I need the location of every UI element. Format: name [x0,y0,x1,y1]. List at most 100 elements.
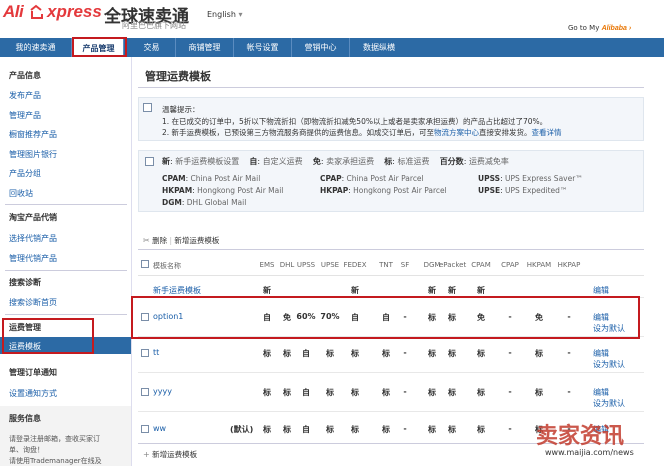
set-default-link[interactable]: 设为默认 [593,398,625,409]
rate-cell: - [403,387,407,396]
sidebar-divider [5,270,127,271]
nav-store[interactable]: 商铺管理 [176,38,234,57]
template-name-link[interactable]: ww [153,424,166,433]
rate-cell: - [567,348,571,357]
logistics-center-link[interactable]: 物流方案中心 [434,128,479,137]
legend-value: Hongkong Post Air Mail [197,186,284,195]
delete-icon: ✂ [143,236,150,245]
nav-data[interactable]: 数据纵横 [350,38,408,57]
legend-row1: 新: 新手运费模板设置 自: 自定义运费 免: 卖家承担运费 标: 标准运费 百… [162,157,509,166]
nav-my-aliexpress[interactable]: 我的速卖通 [0,38,72,57]
rate-cell: 自 [302,425,310,434]
legend-key: CPAP [320,174,342,183]
notice-line2-text: 2. 新手运费模板，已预设第三方物流服务商提供的运费信息。如成交订单后，可至 [162,128,435,137]
toolbar-top: ✂ 删除 | 新增运费模板 [143,236,220,245]
rate-cell: - [508,424,512,433]
edit-link[interactable]: 编辑 [593,285,609,296]
rate-cell: 标 [326,388,334,397]
sidebar-item-groups[interactable]: 产品分组 [9,168,41,179]
legend-key: 新 [162,157,170,166]
nav-marketing[interactable]: 营销中心 [292,38,350,57]
sidebar-item-manage-consign[interactable]: 管理代销产品 [9,253,57,264]
col-header: SF [400,261,410,269]
row-checkbox[interactable] [141,388,149,396]
rate-cell: 标 [326,349,334,358]
language-label: English [207,10,236,19]
nav-account[interactable]: 帐号设置 [234,38,292,57]
row-divider [138,372,644,373]
delete-button[interactable]: 删除 [152,236,167,245]
legend-key: HKPAM [162,186,193,195]
language-select[interactable]: English ▾ [207,10,242,19]
col-header: FEDEX [343,261,367,269]
sidebar-item-image-bank[interactable]: 管理图片银行 [9,149,57,160]
legend-r3-c2: HKPAP: Hongkong Post Air Parcel [320,186,447,195]
legend-r2-c3: UPSS: UPS Express Saver™ [478,174,583,183]
view-details-link[interactable]: 查看详情 [532,128,562,137]
sidebar-item-showcase[interactable]: 橱窗推荐产品 [9,129,57,140]
sidebar-item-select-consign[interactable]: 选择代销产品 [9,233,57,244]
rate-cell: - [567,387,571,396]
notice-line1: 1. 在已成交的订单中，5折以下物流折扣（即物流折扣减免50%以上或者是卖家承担… [162,117,548,126]
edit-link[interactable]: 编辑 [593,387,609,398]
col-header-name: 模板名称 [153,262,181,270]
sidebar-item-publish[interactable]: 发布产品 [9,90,41,101]
legend-key: UPSE [478,186,501,195]
row-checkbox[interactable] [141,349,149,357]
rate-cell: 标 [326,425,334,434]
sidebar-item-notify-method[interactable]: 设置通知方式 [9,388,57,399]
goto-arrow-icon: › [626,25,632,32]
sidebar-divider [5,314,127,315]
sidebar-divider [5,204,127,205]
sidebar-item-recycle[interactable]: 回收站 [9,188,33,199]
rate-cell: 标 [448,349,456,358]
watermark-url: www.maijia.com/news [545,448,634,457]
legend-value: 新手运费模板设置 [175,157,240,166]
notice-line2-text-b: 直接安排发货。 [479,128,532,137]
legend-value: DHL Global Mail [186,198,247,207]
sidebar-heading-search: 搜索诊断 [9,278,41,287]
rate-cell: 新 [448,286,456,295]
header-divider [138,275,644,276]
template-name-link[interactable]: tt [153,348,159,357]
highlight-box-nav [72,37,127,57]
edit-link[interactable]: 编辑 [593,348,609,359]
rate-cell: 标 [535,388,543,397]
rate-cell: 标 [448,388,456,397]
sidebar-item-search-home[interactable]: 搜索诊断首页 [9,297,57,308]
sidebar-heading-taobao: 淘宝产品代销 [9,213,57,222]
legend-r2-c1: CPAM: China Post Air Mail [162,174,261,183]
rate-cell: 标 [477,425,485,434]
legend-key: HKPAP [320,186,349,195]
legend-value: UPS Expedited™ [505,186,568,195]
legend-value: China Post Air Mail [190,174,261,183]
row-checkbox[interactable] [141,425,149,433]
col-header: UPSS [296,261,316,269]
select-all-checkbox[interactable] [141,260,149,268]
goto-label: Go to My [568,24,600,32]
nav-trade[interactable]: 交易 [128,38,176,57]
set-default-link[interactable]: 设为默认 [593,359,625,370]
col-header: CPAP [501,261,519,269]
notice-line2: 2. 新手运费模板，已预设第三方物流服务商提供的运费信息。如成交订单后，可至物流… [162,127,562,138]
new-template-button[interactable]: 新增运费模板 [174,236,219,245]
logo-e-icon [28,4,45,21]
rate-cell: 标 [351,349,359,358]
template-name-link[interactable]: 新手运费模板 [153,285,201,296]
new-template-bottom-button[interactable]: 新增运费模板 [152,450,197,459]
template-name-link[interactable]: yyyy [153,387,172,396]
col-header: HKPAM [526,261,552,269]
legend-value: 标准运费 [397,157,430,166]
legend-key: UPSS [478,174,501,183]
rate-cell: 标 [477,349,485,358]
legend-r3-c3: UPSE: UPS Expedited™ [478,186,568,195]
rate-cell: 标 [351,425,359,434]
rate-cell: - [508,348,512,357]
highlight-box-sidebar [2,318,94,354]
logo-express: xpress [47,2,102,21]
goto-my-alibaba-link[interactable]: Go to My Alibaba › [568,24,631,32]
chevron-down-icon: ▾ [238,10,243,19]
legend-key: CPAM [162,174,186,183]
default-marker: (默认) [230,425,254,434]
sidebar-item-manage-products[interactable]: 管理产品 [9,110,41,121]
